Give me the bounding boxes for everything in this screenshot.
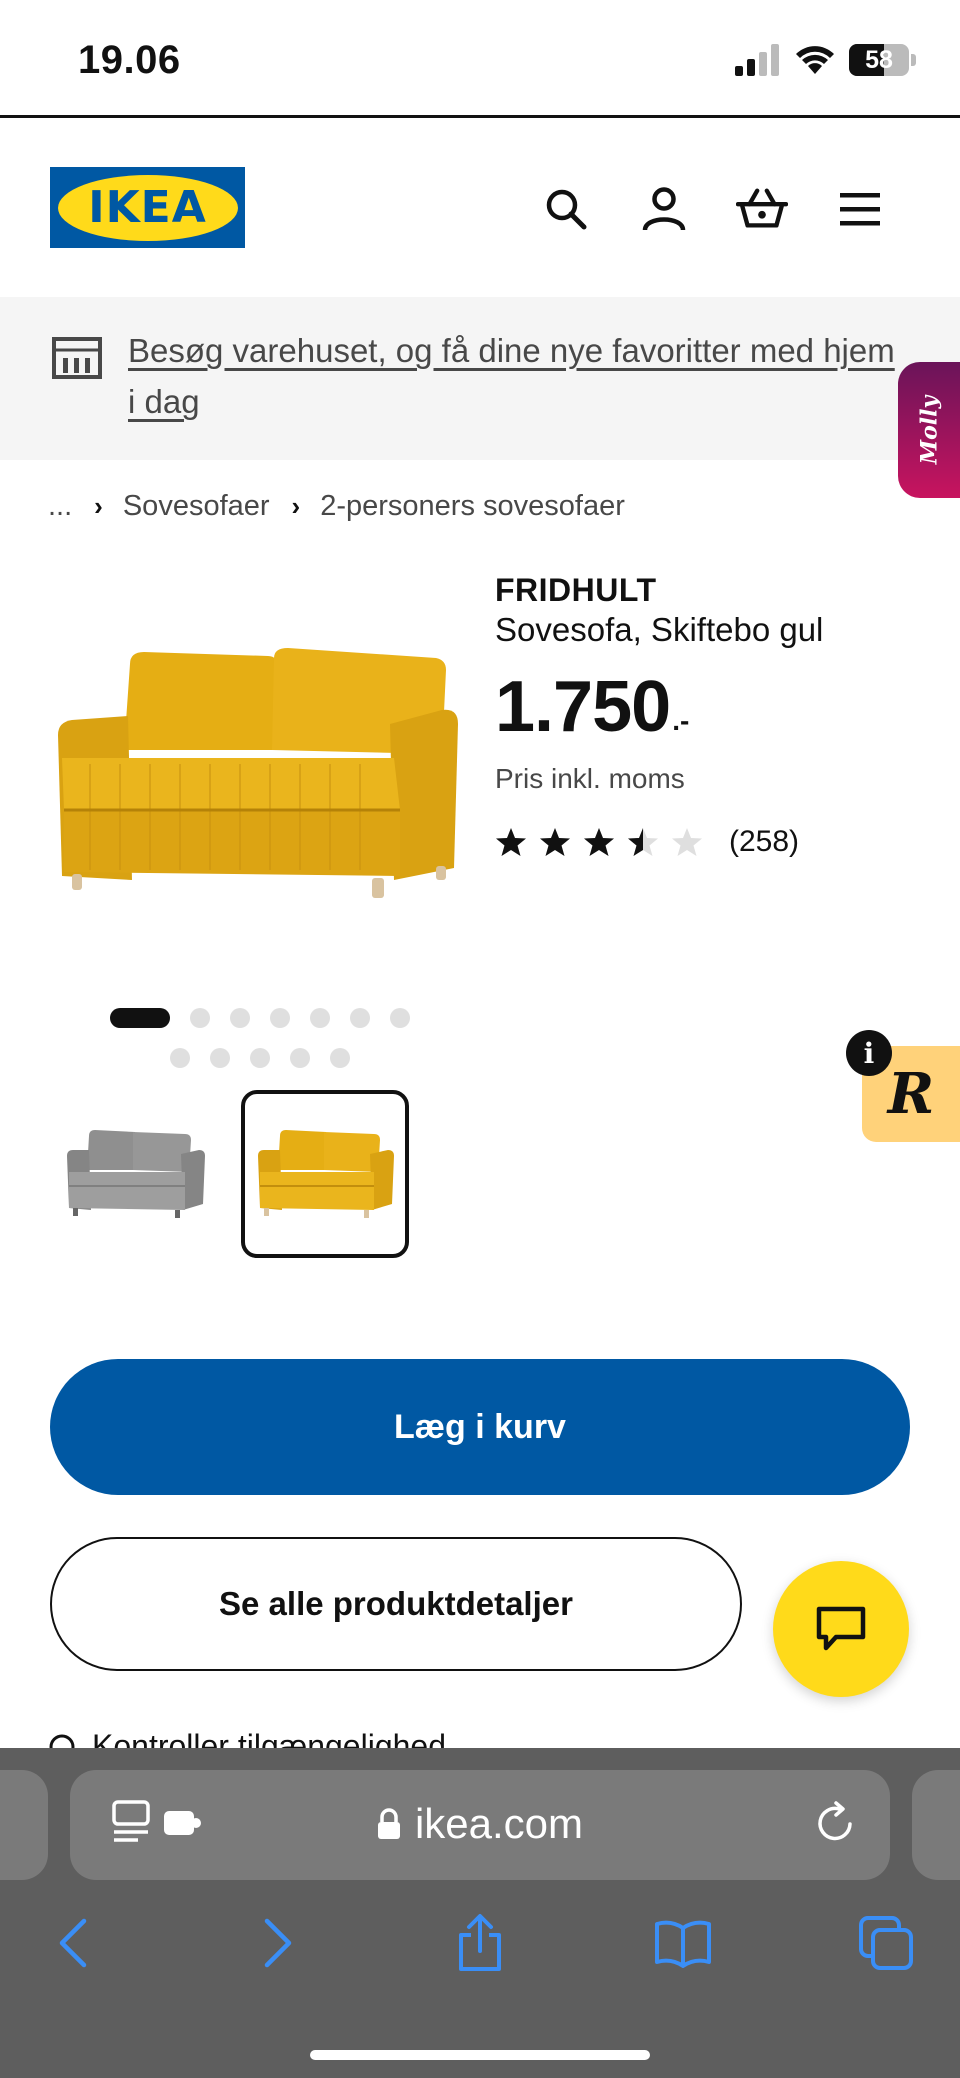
logo-oval: IKEA: [57, 174, 238, 241]
status-bar: 19.06 58: [0, 0, 960, 118]
site-header: IKEA: [0, 121, 960, 297]
store-banner: Besøg varehuset, og få dine nye favoritt…: [0, 297, 960, 460]
gallery-dot[interactable]: [210, 1048, 230, 1068]
chat-button[interactable]: [773, 1561, 909, 1697]
product-name: FRIDHULT: [495, 572, 657, 608]
rating[interactable]: (258): [495, 825, 823, 859]
previous-tab[interactable]: [0, 1770, 48, 1880]
star-icon: [628, 828, 658, 856]
bookmarks-icon[interactable]: [648, 1908, 718, 1978]
product-info: FRIDHULT Sovesofa, Skiftebo gul 1.750 .-…: [495, 572, 823, 859]
gallery-dot[interactable]: [350, 1008, 370, 1028]
wifi-icon: [796, 46, 834, 74]
next-tab[interactable]: [912, 1770, 960, 1880]
price-value: 1.750: [495, 667, 671, 747]
gallery-dot[interactable]: [290, 1048, 310, 1068]
breadcrumb: ... › Sovesofaer › 2-personers sovesofae…: [48, 490, 625, 523]
store-icon: [52, 337, 102, 379]
search-icon[interactable]: [540, 183, 592, 235]
gallery-dot[interactable]: [390, 1008, 410, 1028]
menu-icon[interactable]: [834, 183, 886, 235]
reload-icon[interactable]: [814, 1800, 856, 1846]
r-letter: R: [887, 1061, 935, 1127]
status-time: 19.06: [78, 38, 181, 82]
price-suffix: .-: [672, 705, 690, 736]
star-icon: [672, 828, 702, 856]
share-icon[interactable]: [445, 1908, 515, 1978]
product-price: 1.750 .-: [495, 671, 823, 743]
chat-icon: [816, 1606, 866, 1651]
breadcrumb-ellipsis[interactable]: ...: [48, 490, 72, 523]
lock-icon: [377, 1808, 400, 1839]
star-icon: [496, 828, 526, 856]
star-icon: [584, 828, 614, 856]
thumbnail-gray-sofa[interactable]: [50, 1090, 218, 1258]
forward-icon[interactable]: [243, 1908, 313, 1978]
star-icon: [540, 828, 570, 856]
gallery-dot[interactable]: [230, 1008, 250, 1028]
gallery-dots-row-1: [110, 1008, 410, 1028]
url-display: ikea.com: [70, 1800, 890, 1848]
battery-level: 58: [865, 45, 893, 74]
molly-tab[interactable]: Molly: [898, 362, 960, 498]
battery-tip: [911, 54, 916, 66]
gallery-dot[interactable]: [310, 1008, 330, 1028]
gallery-dot[interactable]: [110, 1008, 170, 1028]
url-text: ikea.com: [414, 1800, 584, 1847]
info-icon[interactable]: i: [846, 1030, 892, 1076]
gallery-dot[interactable]: [330, 1048, 350, 1068]
gallery-dot[interactable]: [190, 1008, 210, 1028]
all-details-button[interactable]: Se alle produktdetaljer: [50, 1537, 742, 1671]
browser-nav: [0, 1908, 960, 1998]
basket-icon[interactable]: [736, 183, 788, 235]
browser-toolbar: ikea.com: [0, 1748, 960, 2078]
yellow-sofa-image: [258, 1130, 394, 1218]
logo-text: IKEA: [88, 182, 207, 233]
star-rating: [495, 826, 703, 858]
home-indicator: [310, 2050, 650, 2060]
chevron-right-icon: ›: [94, 491, 103, 521]
url-bar[interactable]: ikea.com: [70, 1770, 890, 1880]
chevron-right-icon: ›: [291, 491, 301, 521]
back-icon[interactable]: [38, 1908, 108, 1978]
gallery-dots-row-2: [170, 1048, 350, 1068]
breadcrumb-item-sovesofaer[interactable]: Sovesofaer: [123, 490, 270, 523]
ikea-logo[interactable]: IKEA: [50, 167, 245, 248]
status-icons: 58: [735, 42, 916, 78]
signal-icon: [735, 44, 779, 76]
gallery-dot[interactable]: [270, 1008, 290, 1028]
add-to-cart-button[interactable]: Læg i kurv: [50, 1359, 910, 1495]
breadcrumb-item-2-personers[interactable]: 2-personers sovesofaer: [320, 490, 625, 523]
molly-label: Molly: [916, 395, 942, 465]
review-count[interactable]: (258): [729, 825, 799, 859]
tabs-icon[interactable]: [852, 1908, 922, 1978]
account-icon[interactable]: [638, 183, 690, 235]
gallery-dot[interactable]: [170, 1048, 190, 1068]
gallery-dot[interactable]: [250, 1048, 270, 1068]
product-description: Sovesofa, Skiftebo gul: [495, 611, 824, 648]
price-note: Pris inkl. moms: [495, 763, 685, 794]
gray-sofa-image: [67, 1130, 205, 1218]
thumbnail-yellow-sofa[interactable]: [241, 1090, 409, 1258]
product-image[interactable]: [50, 640, 470, 930]
store-banner-link[interactable]: Besøg varehuset, og få dine nye favoritt…: [128, 325, 898, 427]
battery-icon: 58: [849, 44, 909, 76]
